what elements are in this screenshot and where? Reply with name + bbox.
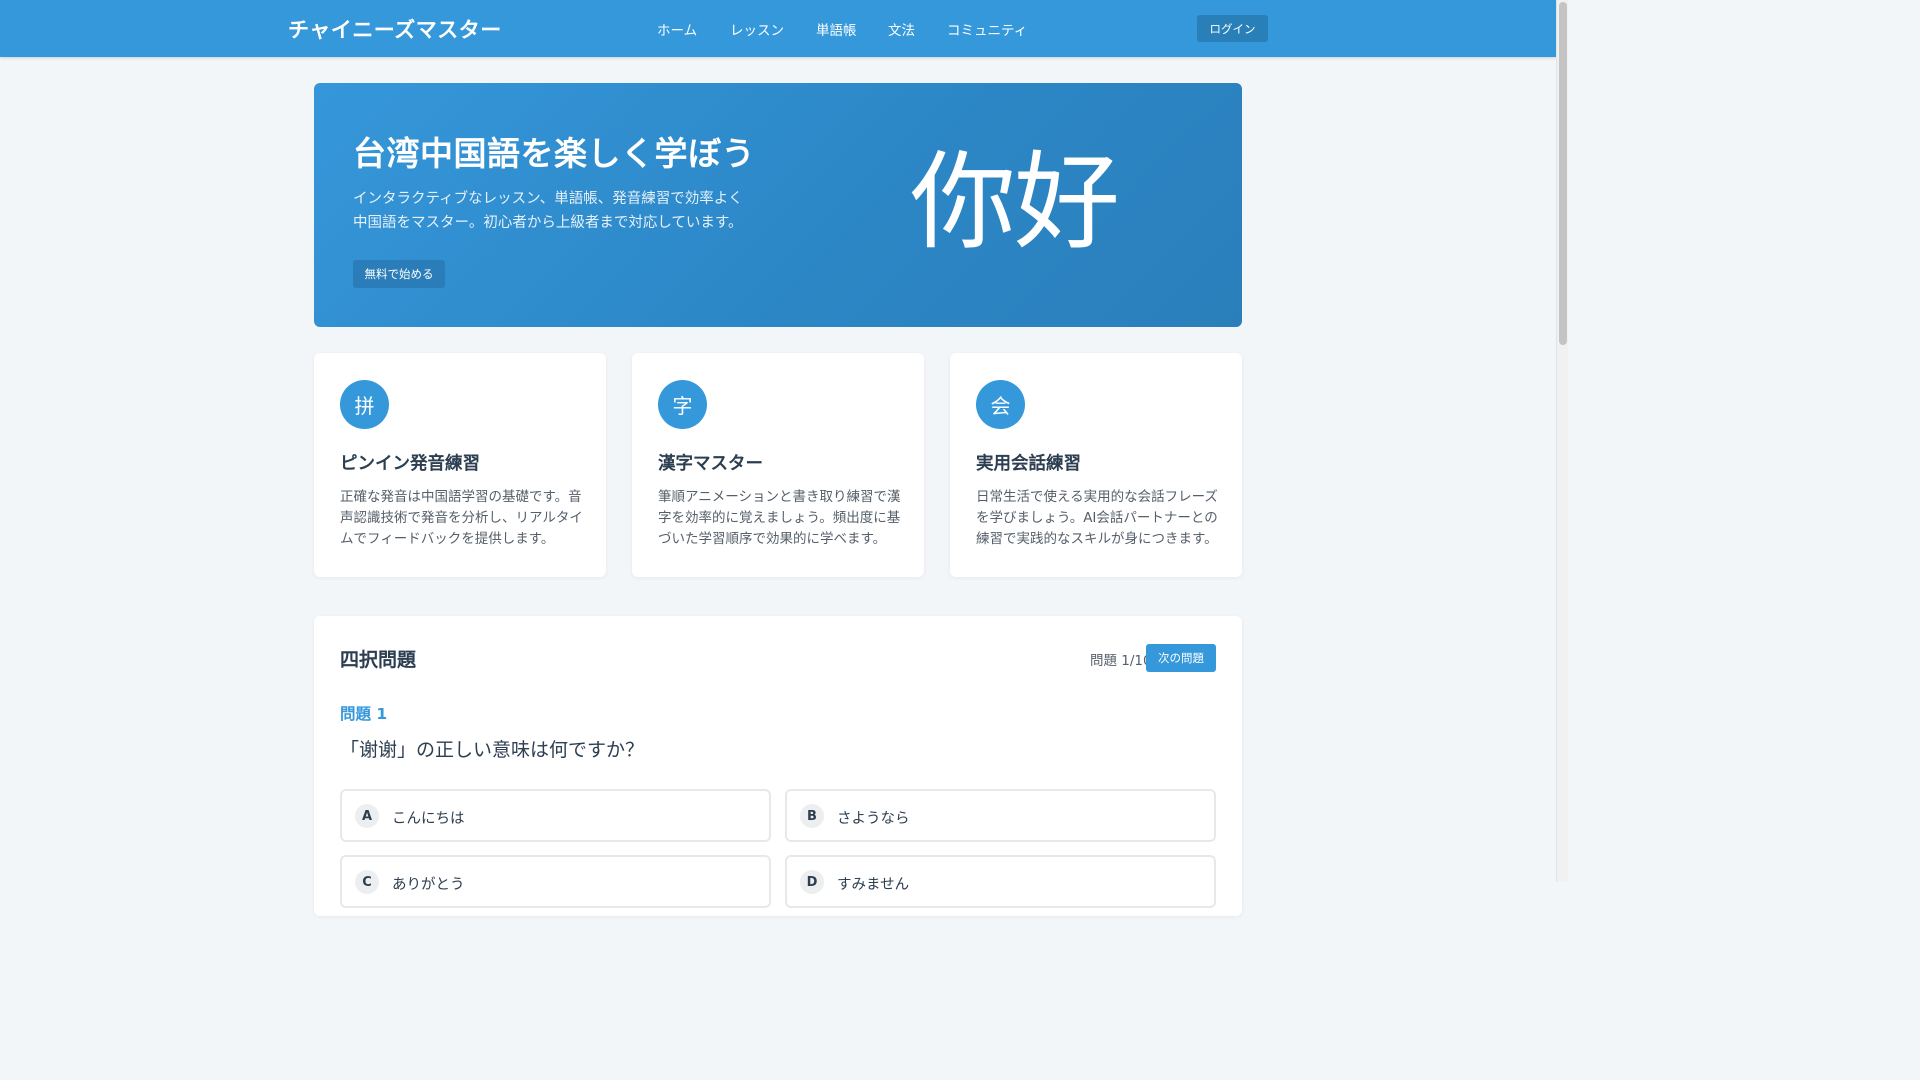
- feature-title: 実用会話練習: [976, 454, 1081, 474]
- option-letter-badge: D: [800, 870, 824, 894]
- feature-card-conversation: 会 実用会話練習 日常生活で使える実用的な会話フレーズ を学びましょう。AI会話…: [950, 353, 1242, 577]
- option-letter-badge: C: [355, 870, 379, 894]
- nav-lessons[interactable]: レッスン: [730, 19, 784, 39]
- conversation-icon: 会: [976, 380, 1025, 429]
- feature-description-line: 正確な発音は中国語学習の基礎です。音: [340, 489, 582, 505]
- nav-home[interactable]: ホーム: [657, 19, 697, 39]
- quiz-title: 四択問題: [340, 649, 417, 671]
- feature-title: ピンイン発音練習: [340, 454, 480, 474]
- page-scrollbar[interactable]: [1556, 0, 1568, 882]
- hero-description-line: インタラクティブなレッスン、単語帳、発音練習で効率よく: [353, 191, 743, 207]
- hero-description: インタラクティブなレッスン、単語帳、発音練習で効率よく 中国語をマスター。初心者…: [353, 187, 763, 235]
- question-counter: 問題 1/10: [1090, 653, 1152, 669]
- feature-card-kanji: 字 漢字マスター 筆順アニメーションと書き取り練習で漢 字を効率的に覚えましょう…: [632, 353, 924, 577]
- hero-chinese-characters: 你好: [910, 141, 1120, 264]
- quiz-panel: 四択問題 問題 1/10 次の問題 問題 1 「谢谢」の正しい意味は何ですか？ …: [314, 616, 1242, 916]
- feature-description: 日常生活で使える実用的な会話フレーズ を学びましょう。AI会話パートナーとの 練…: [976, 487, 1221, 550]
- nav-grammar[interactable]: 文法: [888, 19, 915, 39]
- scrollbar-thumb[interactable]: [1559, 2, 1567, 345]
- option-text: さようなら: [837, 811, 910, 827]
- feature-description-line: 日常生活で使える実用的な会話フレーズ: [976, 489, 1218, 505]
- feature-card-pinyin: 拼 ピンイン発音練習 正確な発音は中国語学習の基礎です。音 声認識技術で発音を分…: [314, 353, 606, 577]
- feature-title: 漢字マスター: [658, 454, 763, 474]
- feature-description: 正確な発音は中国語学習の基礎です。音 声認識技術で発音を分析し、リアルタイ ムで…: [340, 487, 585, 550]
- answer-option-a[interactable]: A こんにちは: [340, 789, 771, 842]
- feature-description-line: 練習で実践的なスキルが身につきます。: [976, 531, 1218, 547]
- nav-community[interactable]: コミュニティ: [947, 19, 1027, 39]
- answer-option-b[interactable]: B さようなら: [785, 789, 1216, 842]
- feature-description-line: ムでフィードバックを提供します。: [340, 531, 555, 547]
- feature-description-line: づいた学習順序で効果的に学べます。: [658, 531, 887, 547]
- login-button[interactable]: ログイン: [1197, 15, 1268, 42]
- answer-option-d[interactable]: D すみません: [785, 855, 1216, 908]
- answer-option-c[interactable]: C ありがとう: [340, 855, 771, 908]
- option-letter-badge: A: [355, 804, 379, 828]
- hero-banner: 台湾中国語を楽しく学ぼう インタラクティブなレッスン、単語帳、発音練習で効率よく…: [314, 83, 1242, 327]
- option-text: すみません: [837, 877, 910, 893]
- question-text: 「谢谢」の正しい意味は何ですか？: [340, 739, 645, 761]
- feature-description-line: 声認識技術で発音を分析し、リアルタイ: [340, 510, 583, 526]
- hero-title: 台湾中国語を楽しく学ぼう: [353, 134, 755, 173]
- feature-description-line: 字を効率的に覚えましょう。頻出度に基: [658, 510, 901, 526]
- start-free-button[interactable]: 無料で始める: [353, 260, 445, 288]
- option-text: こんにちは: [392, 811, 465, 827]
- question-number: 問題 1: [340, 705, 388, 723]
- pinyin-icon: 拼: [340, 380, 389, 429]
- option-text: ありがとう: [392, 877, 465, 893]
- feature-description: 筆順アニメーションと書き取り練習で漢 字を効率的に覚えましょう。頻出度に基 づい…: [658, 487, 903, 550]
- nav-vocabulary[interactable]: 単語帳: [816, 19, 857, 39]
- main-nav: ホーム レッスン 単語帳 文法 コミュニティ: [0, 19, 1556, 39]
- next-question-button[interactable]: 次の問題: [1146, 644, 1216, 672]
- hero-description-line: 中国語をマスター。初心者から上級者まで対応しています。: [353, 215, 743, 231]
- option-letter-badge: B: [800, 804, 824, 828]
- top-navbar: チャイニーズマスター ホーム レッスン 単語帳 文法 コミュニティ ログイン: [0, 0, 1556, 57]
- kanji-icon: 字: [658, 380, 707, 429]
- feature-description-line: 筆順アニメーションと書き取り練習で漢: [658, 489, 901, 505]
- feature-description-line: を学びましょう。AI会話パートナーとの: [976, 510, 1218, 526]
